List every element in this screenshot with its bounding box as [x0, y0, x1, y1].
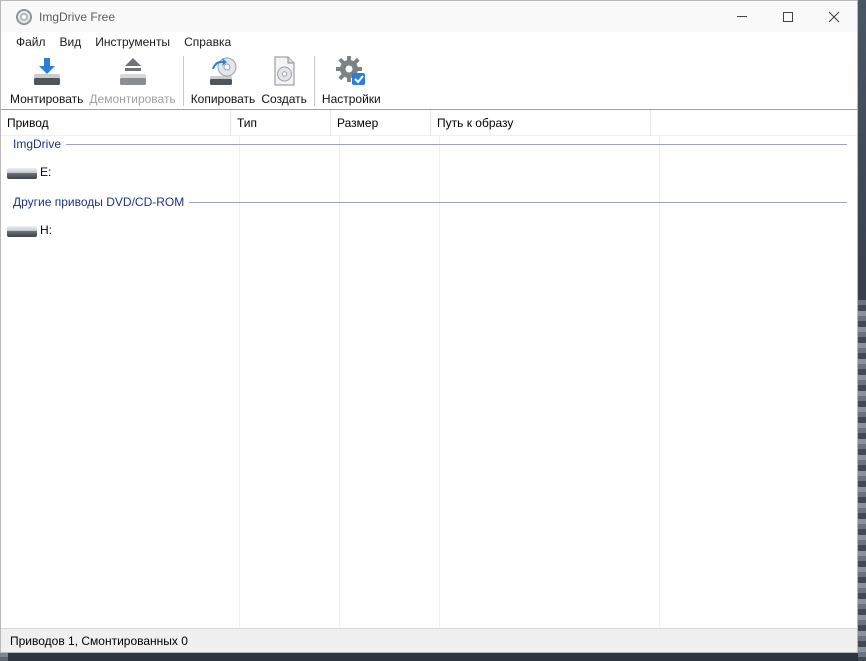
column-header-size[interactable]: Размер — [331, 109, 431, 136]
app-window: ImgDrive Free Файл Вид Инструменты Справ… — [0, 0, 858, 653]
column-header-type[interactable]: Тип — [231, 109, 331, 136]
status-bar: Приводов 1, Смонтированных 0 — [1, 628, 857, 652]
settings-gear-icon — [335, 55, 367, 87]
menu-file[interactable]: Файл — [9, 35, 53, 49]
menu-view[interactable]: Вид — [53, 35, 89, 49]
toolbar-separator — [313, 56, 315, 106]
drive-row[interactable]: E: — [7, 165, 51, 179]
window-title: ImgDrive Free — [39, 9, 116, 24]
window-controls — [719, 1, 857, 32]
mount-button[interactable]: Монтировать — [7, 53, 86, 109]
group-divider — [189, 201, 847, 203]
maximize-icon — [783, 11, 793, 22]
close-icon — [828, 11, 840, 22]
drive-letter: H: — [40, 223, 52, 237]
mount-icon — [31, 55, 63, 87]
menu-tools[interactable]: Инструменты — [88, 35, 177, 49]
group-divider — [66, 143, 847, 145]
group-label: ImgDrive — [13, 137, 62, 151]
toolbar: Монтировать Демонтировать Копировать Соз… — [1, 52, 857, 110]
optical-drive-icon — [7, 165, 37, 179]
create-button[interactable]: Создать — [258, 53, 310, 109]
column-header-drive[interactable]: Привод — [1, 109, 231, 136]
unmount-label: Демонтировать — [89, 92, 176, 106]
settings-button[interactable]: Настройки — [319, 53, 384, 109]
list-header: Привод Тип Размер Путь к образу — [1, 109, 857, 136]
minimize-icon — [737, 16, 747, 17]
menu-bar: Файл Вид Инструменты Справка — [1, 32, 857, 52]
create-label: Создать — [261, 92, 307, 106]
minimize-button[interactable] — [719, 1, 765, 32]
optical-drive-icon — [7, 223, 37, 237]
drive-row[interactable]: H: — [7, 223, 52, 237]
create-image-icon — [268, 55, 300, 87]
title-bar: ImgDrive Free — [1, 1, 857, 32]
settings-label: Настройки — [321, 92, 381, 106]
mount-label: Монтировать — [10, 92, 84, 106]
drive-letter: E: — [40, 165, 52, 179]
unmount-button[interactable]: Демонтировать — [86, 53, 178, 109]
maximize-button[interactable] — [765, 1, 811, 32]
group-header-imgdrive[interactable]: ImgDrive — [13, 137, 847, 151]
group-header-other-drives[interactable]: Другие приводы DVD/CD-ROM — [13, 195, 847, 209]
eject-icon — [117, 55, 149, 87]
close-button[interactable] — [811, 1, 857, 32]
menu-help[interactable]: Справка — [177, 35, 238, 49]
copy-label: Копировать — [190, 92, 256, 106]
toolbar-separator — [182, 56, 184, 106]
desktop-wallpaper-right — [858, 300, 866, 661]
drive-list[interactable]: ImgDrive E: Другие приводы DVD/CD-ROM H: — [1, 136, 857, 645]
app-disc-icon — [16, 8, 32, 25]
copy-button[interactable]: Копировать — [188, 53, 259, 109]
column-header-path[interactable]: Путь к образу — [431, 109, 651, 136]
status-text: Приводов 1, Смонтированных 0 — [10, 633, 188, 648]
copy-disc-icon — [207, 55, 239, 87]
group-label: Другие приводы DVD/CD-ROM — [13, 195, 185, 209]
